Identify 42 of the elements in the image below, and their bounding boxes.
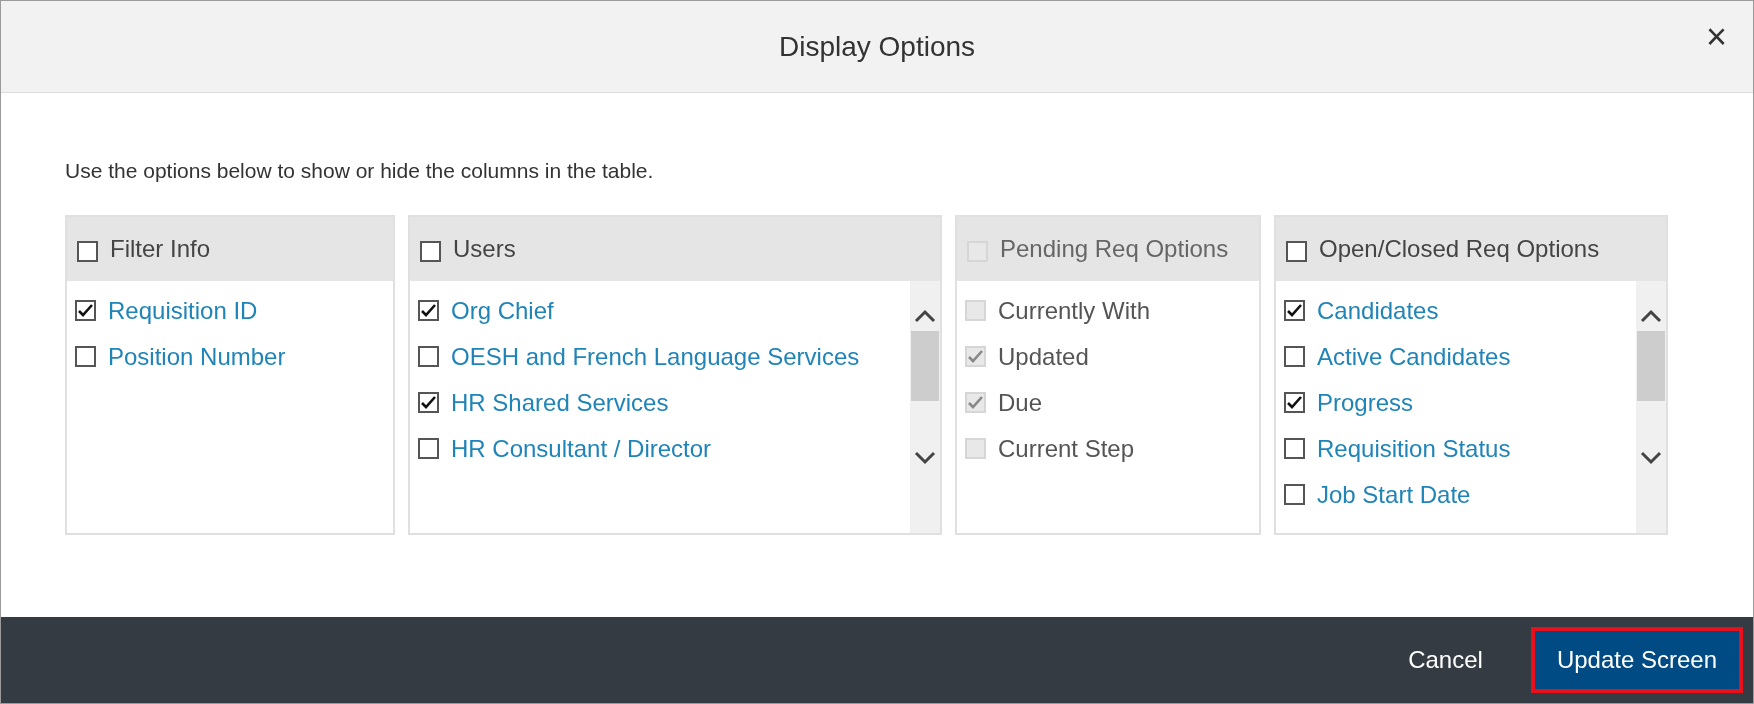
column-option[interactable]: OESH and French Language Services: [451, 341, 860, 373]
panel-title: Open/Closed Req Options: [1319, 235, 1600, 263]
scrollbar[interactable]: [1636, 281, 1666, 533]
column-checkbox[interactable]: [1284, 438, 1305, 459]
column-option[interactable]: Position Number: [108, 341, 286, 373]
scrollbar[interactable]: [910, 281, 940, 533]
select-all-checkbox[interactable]: [1286, 241, 1307, 262]
panel-title: Filter Info: [110, 235, 211, 263]
scrollbar-thumb[interactable]: [1637, 331, 1665, 401]
column-option[interactable]: HR Shared Services: [451, 387, 669, 419]
column-option[interactable]: Job Start Date: [1317, 479, 1471, 511]
column-option[interactable]: Progress: [1317, 387, 1414, 419]
column-option[interactable]: Active Candidates: [1317, 341, 1511, 373]
chevron-down-icon[interactable]: [1640, 451, 1662, 465]
column-checkbox[interactable]: [418, 300, 439, 321]
column-option[interactable]: Requisition Status: [1317, 433, 1511, 465]
instructions: Use the options below to show or hide the columns in the table.: [65, 159, 655, 183]
column-checkbox[interactable]: [75, 346, 96, 367]
close-button[interactable]: ×: [1699, 19, 1733, 55]
column-option[interactable]: HR Consultant / Director: [451, 433, 712, 465]
column-checkbox[interactable]: [418, 346, 439, 367]
panel-title: Pending Req Options: [1000, 235, 1229, 263]
column-checkbox[interactable]: [1284, 346, 1305, 367]
update-button[interactable]: Update Screen: [1530, 627, 1743, 693]
column-checkbox[interactable]: [1284, 300, 1305, 321]
chevron-down-icon[interactable]: [914, 451, 936, 465]
panel-title: Users: [453, 235, 516, 263]
column-checkbox[interactable]: [1284, 392, 1305, 413]
chevron-up-icon[interactable]: [914, 309, 936, 323]
column-option[interactable]: Org Chief: [451, 295, 554, 327]
column-checkbox[interactable]: [418, 438, 439, 459]
cancel-button[interactable]: Cancel: [1382, 627, 1509, 693]
dialog-title: Display Options: [778, 30, 976, 63]
select-all-checkbox[interactable]: [420, 241, 441, 262]
column-checkbox[interactable]: [1284, 484, 1305, 505]
column-checkbox[interactable]: [418, 392, 439, 413]
column-option[interactable]: Candidates: [1317, 295, 1439, 327]
select-all-checkbox[interactable]: [77, 241, 98, 262]
chevron-up-icon[interactable]: [1640, 309, 1662, 323]
column-checkbox[interactable]: [75, 300, 96, 321]
column-option[interactable]: Requisition ID: [108, 295, 258, 327]
scrollbar-thumb[interactable]: [911, 331, 939, 401]
